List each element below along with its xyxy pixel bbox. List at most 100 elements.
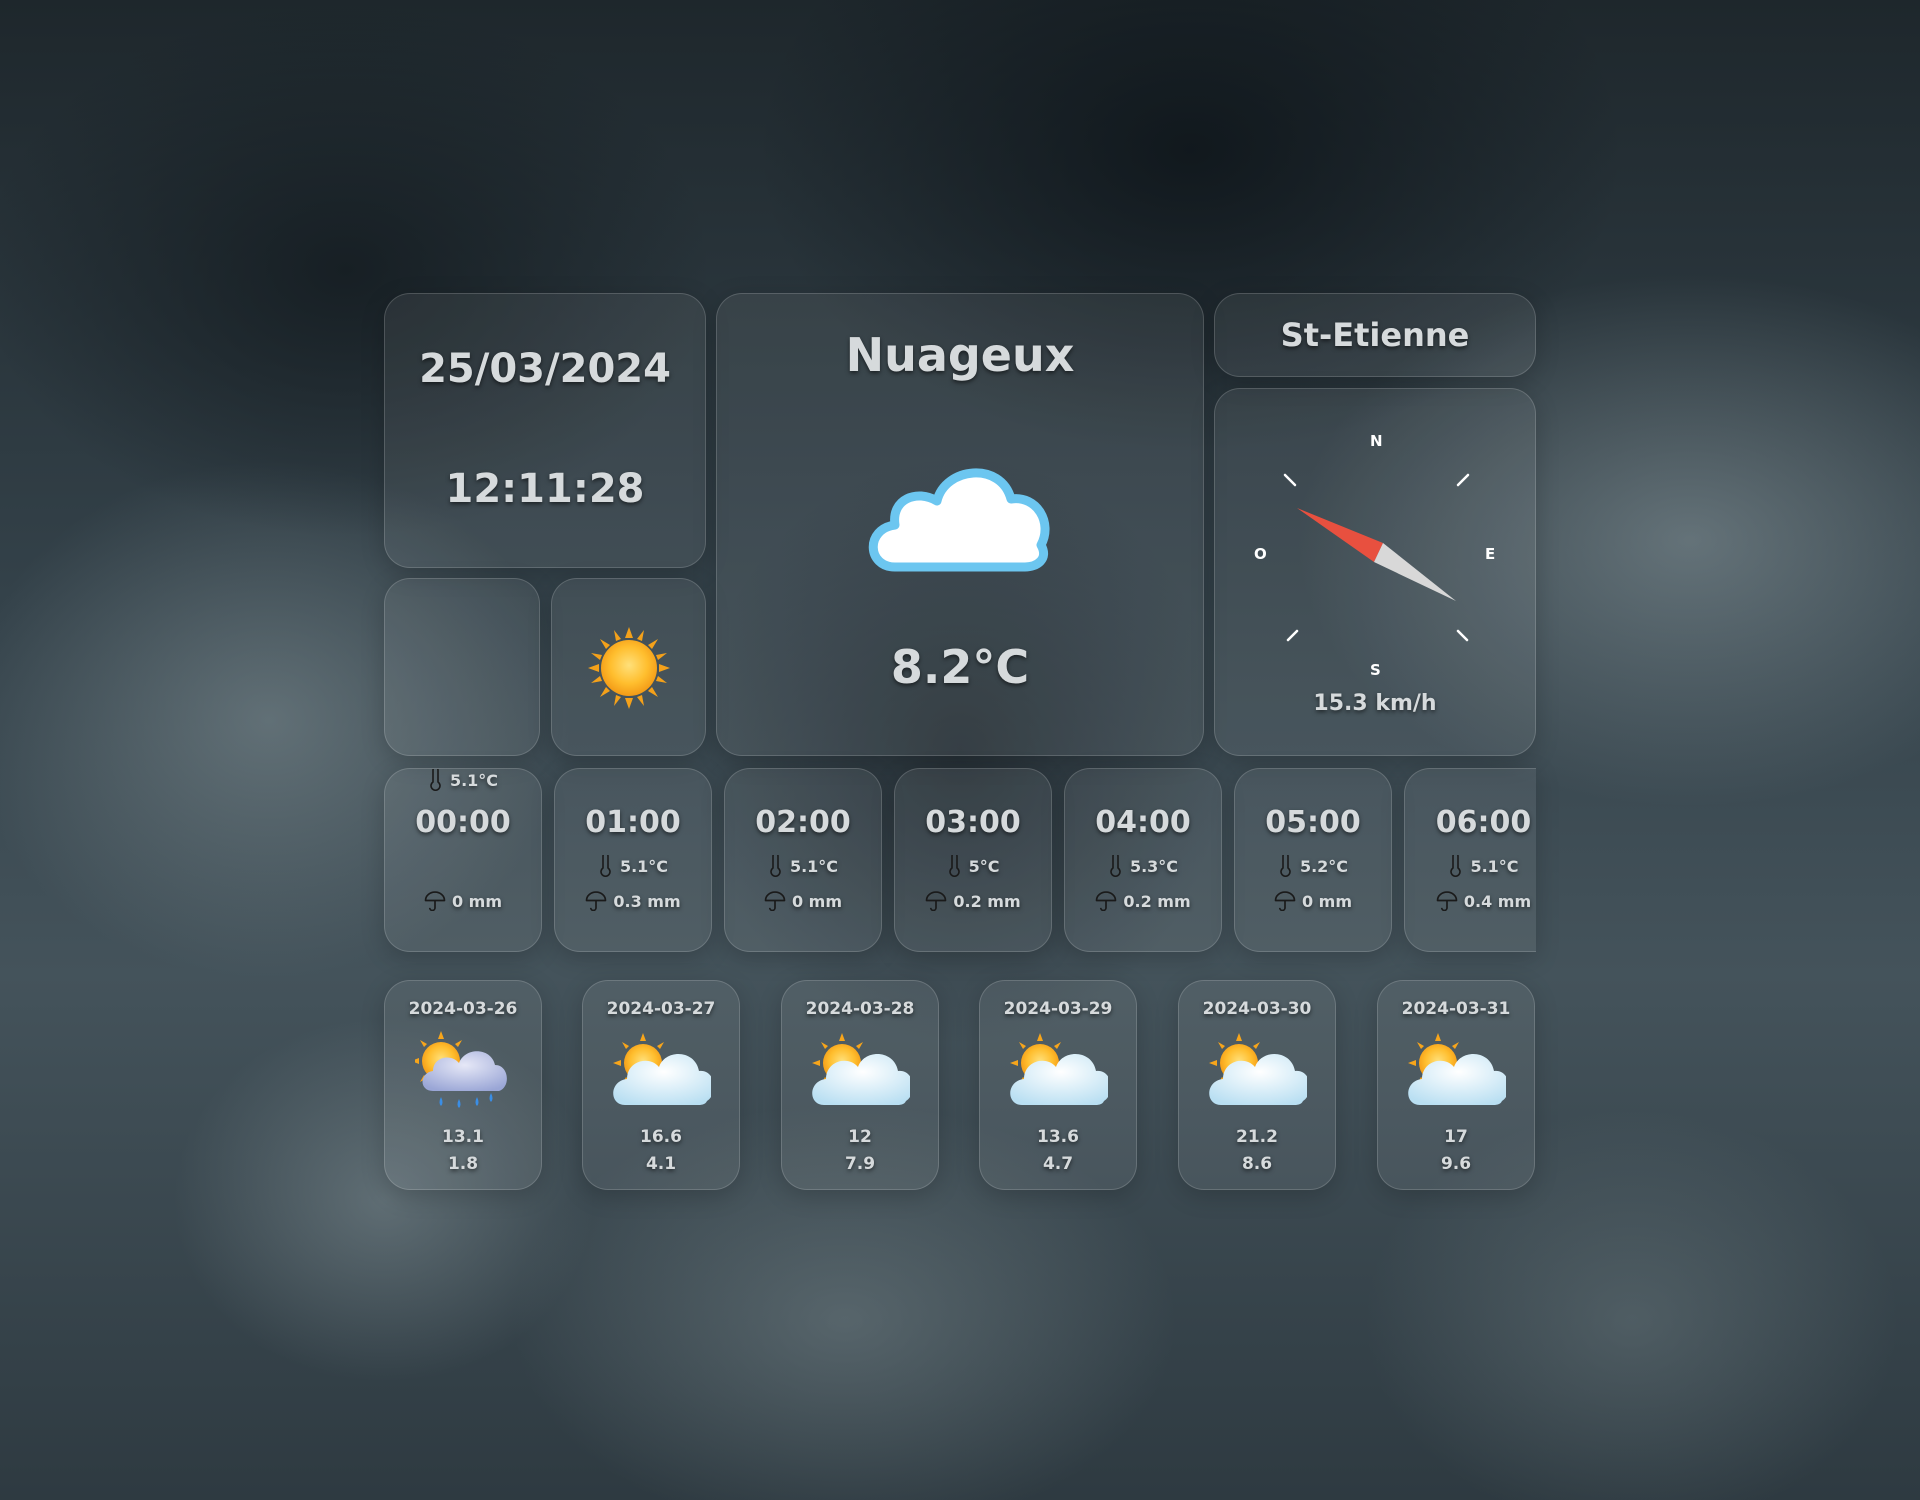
hour-temp: 5.1°C: [1470, 856, 1519, 876]
day-date: 2024-03-31: [1401, 999, 1511, 1019]
day-min-temp: 7.9: [844, 1154, 876, 1174]
day-card: 2024-03-28 12 7.9: [781, 980, 939, 1190]
day-max-temp: 13.6: [1037, 1127, 1079, 1147]
hour-card: 05:00 5.2°C 0 mm: [1234, 768, 1392, 952]
day-card: 2024-03-30 21.2 8.6: [1178, 980, 1336, 1190]
current-temperature: 8.2°C: [890, 640, 1030, 694]
hour-rain: 0 mm: [451, 891, 503, 911]
hour-time: 00:00: [415, 805, 511, 840]
umbrella-icon: [424, 891, 446, 911]
hour-temp-row: 5.1°C: [1405, 855, 1536, 877]
sun-behind-cloud-icon: [1010, 1033, 1108, 1105]
hour-rain: 0.2 mm: [953, 891, 1021, 911]
hour-rain-row: 0.2 mm: [895, 891, 1051, 911]
day-card: 2024-03-26 13.1 1.8: [384, 980, 542, 1190]
wind-speed: 15.3 km/h: [1313, 691, 1437, 716]
hour-time: 05:00: [1265, 805, 1361, 840]
sun-behind-cloud-icon: [1408, 1033, 1506, 1105]
day-max-temp: 17: [1444, 1127, 1468, 1147]
hour-card: 03:00 5°C 0.2 mm: [894, 768, 1052, 952]
hour-time: 04:00: [1095, 805, 1191, 840]
sun-behind-rain-cloud-icon: [415, 1031, 507, 1108]
thermometer-icon: [1280, 855, 1291, 877]
hour-rain: 0.3 mm: [613, 891, 681, 911]
umbrella-icon: [1274, 891, 1296, 911]
umbrella-icon: [586, 891, 607, 911]
day-date: 2024-03-29: [1003, 999, 1113, 1019]
city-card: St-Etienne: [1214, 293, 1536, 377]
city-name: St-Etienne: [1280, 316, 1470, 354]
thermometer-icon: [1450, 855, 1462, 877]
current-conditions-card: Nuageux 8.2°C: [716, 293, 1204, 756]
hour-rain-row: 0.2 mm: [1065, 891, 1221, 911]
thermometer-icon: [770, 855, 781, 877]
umbrella-icon: [1436, 891, 1458, 911]
hour-time: 06:00: [1435, 805, 1532, 840]
day-min-temp: 9.6: [1440, 1154, 1472, 1174]
hour-rain-row: 0.3 mm: [555, 891, 711, 911]
thermometer-icon: [600, 855, 611, 877]
day-max-temp: 13.1: [442, 1127, 484, 1147]
hour-temp: 5.1°C: [789, 856, 839, 876]
thermometer-icon: [948, 855, 960, 877]
condition-label: Nuageux: [845, 328, 1075, 382]
hour-temp-row: 5.1°C: [725, 855, 881, 877]
hour-card: 04:00 5.3°C 0.2 mm: [1064, 768, 1222, 952]
umbrella-icon: [1096, 891, 1117, 911]
datetime-card: 25/03/2024 12:11:28: [384, 293, 706, 568]
hour-temp-row: 5.1°C: [555, 855, 711, 877]
day-max-temp: 16.6: [640, 1127, 682, 1147]
hour-card: 06:00 5.1°C 0.4 mm: [1404, 768, 1536, 952]
hour-rain-row: 0 mm: [385, 891, 541, 911]
hour-rain-row: 0 mm: [725, 891, 881, 911]
hour-rain: 0.2 mm: [1123, 891, 1191, 911]
day-date: 2024-03-27: [606, 999, 716, 1019]
hour-card: 02:00 5.1°C 0 mm: [724, 768, 882, 952]
hour-temp: 5.1°C: [619, 856, 669, 876]
sun-icon: [588, 627, 670, 709]
hour-rain: 0.4 mm: [1463, 891, 1532, 911]
hour-time: 01:00: [585, 805, 681, 840]
hour-temp-row: 5.3°C: [1065, 855, 1221, 877]
hour-time: 02:00: [755, 805, 851, 840]
wind-card: N E S O 15.3 km/h: [1214, 388, 1536, 756]
hour-temp-row: 5°C: [895, 855, 1051, 877]
thermometer-icon: [430, 769, 441, 791]
day-card: 2024-03-27 16.6 4.1: [582, 980, 740, 1190]
day-date: 2024-03-30: [1202, 999, 1312, 1019]
hour-temp-row: 5.1°C: [385, 769, 541, 791]
day-min-temp: 1.8: [447, 1154, 479, 1174]
umbrella-icon: [926, 891, 947, 911]
current-time: 12:11:28: [445, 466, 645, 512]
hour-temp-row: 5.2°C: [1235, 855, 1391, 877]
cloud-icon: [868, 468, 1050, 572]
hour-time: 03:00: [925, 805, 1021, 840]
hour-temp: 5.1°C: [449, 770, 499, 790]
sun-behind-cloud-icon: [1209, 1033, 1307, 1105]
sun-tile: [551, 578, 706, 756]
day-card: 2024-03-31 17 9.6: [1377, 980, 1535, 1190]
hour-rain: 0 mm: [791, 891, 843, 911]
hour-temp: 5°C: [968, 856, 1000, 876]
day-max-temp: 21.2: [1236, 1127, 1278, 1147]
day-max-temp: 12: [848, 1127, 872, 1147]
hour-card: 00:00 5.1°C 0 mm: [384, 768, 542, 952]
sun-behind-cloud-icon: [812, 1033, 910, 1105]
current-date: 25/03/2024: [419, 346, 671, 392]
sun-behind-cloud-icon: [613, 1033, 711, 1105]
hour-rain: 0 mm: [1301, 891, 1353, 911]
empty-tile: [384, 578, 540, 756]
umbrella-icon: [764, 891, 786, 911]
day-min-temp: 4.1: [645, 1154, 677, 1174]
hour-card: 01:00 5.1°C 0.3 mm: [554, 768, 712, 952]
day-min-temp: 8.6: [1241, 1154, 1273, 1174]
hour-rain-row: 0.4 mm: [1405, 891, 1536, 911]
day-card: 2024-03-29 13.6 4.7: [979, 980, 1137, 1190]
day-min-temp: 4.7: [1042, 1154, 1074, 1174]
compass-needle-icon: [1297, 508, 1456, 601]
hour-temp: 5.3°C: [1129, 856, 1179, 876]
hour-rain-row: 0 mm: [1235, 891, 1391, 911]
hour-temp: 5.2°C: [1299, 856, 1349, 876]
thermometer-icon: [1110, 855, 1121, 877]
day-date: 2024-03-26: [408, 999, 518, 1019]
